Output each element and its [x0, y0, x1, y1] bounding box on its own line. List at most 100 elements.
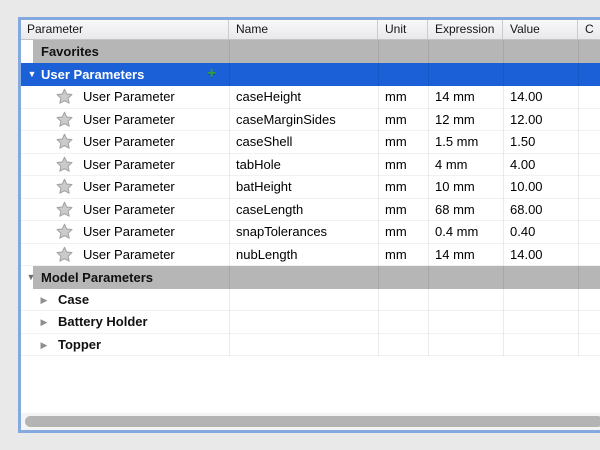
comments-cell[interactable] — [578, 154, 600, 176]
comments-cell[interactable] — [578, 86, 600, 108]
group-row[interactable]: ▼ Model Parameters — [21, 266, 600, 289]
column-header-comments[interactable]: C — [578, 20, 600, 39]
expression-cell[interactable]: 14 mm — [428, 244, 503, 266]
unit-cell[interactable]: mm — [378, 176, 428, 198]
expression-cell[interactable]: 4 mm — [428, 154, 503, 176]
expression-cell[interactable]: 10 mm — [428, 176, 503, 198]
disclosure-triangle-icon[interactable]: ▶ — [38, 311, 50, 333]
parameter-type-label: User Parameter — [83, 89, 175, 104]
parameters-panel: Parameter Name Unit Expression Value C F… — [0, 0, 600, 450]
group-label: Model Parameters — [41, 266, 153, 289]
group-row[interactable]: Favorites — [21, 40, 600, 63]
unit-cell[interactable]: mm — [378, 244, 428, 266]
parameter-row[interactable]: User Parameter caseShell mm 1.5 mm 1.50 — [21, 131, 600, 154]
unit-cell[interactable]: mm — [378, 109, 428, 131]
favorite-star-icon[interactable] — [56, 88, 73, 105]
comments-cell[interactable] — [578, 244, 600, 266]
name-cell[interactable]: caseShell — [229, 131, 378, 153]
favorite-star-icon[interactable] — [56, 111, 73, 128]
value-cell: 0.40 — [503, 221, 578, 243]
parameter-type-label: User Parameter — [83, 134, 175, 149]
parameter-cell: User Parameter — [21, 199, 229, 221]
disclosure-triangle-icon[interactable]: ▼ — [26, 63, 38, 86]
comments-cell[interactable] — [578, 131, 600, 153]
column-header-unit[interactable]: Unit — [378, 20, 428, 39]
name-cell[interactable]: nubLength — [229, 244, 378, 266]
group-row-band — [33, 40, 600, 63]
expression-cell[interactable]: 1.5 mm — [428, 131, 503, 153]
parameter-type-label: User Parameter — [83, 247, 175, 262]
name-cell[interactable]: tabHole — [229, 154, 378, 176]
model-child-row[interactable]: ▶ Case — [21, 289, 600, 311]
value-cell: 14.00 — [503, 244, 578, 266]
expression-cell[interactable]: 0.4 mm — [428, 221, 503, 243]
value-cell: 10.00 — [503, 176, 578, 198]
favorite-star-icon[interactable] — [56, 156, 73, 173]
model-child-label: Case — [58, 289, 89, 311]
comments-cell[interactable] — [578, 109, 600, 131]
name-cell[interactable]: caseMarginSides — [229, 109, 378, 131]
favorite-star-icon[interactable] — [56, 246, 73, 263]
parameter-type-label: User Parameter — [83, 112, 175, 127]
column-header-expression[interactable]: Expression — [428, 20, 503, 39]
favorite-star-icon[interactable] — [56, 201, 73, 218]
disclosure-triangle-icon[interactable]: ▶ — [38, 289, 50, 311]
unit-cell[interactable]: mm — [378, 154, 428, 176]
favorite-star-icon[interactable] — [56, 223, 73, 240]
comments-cell[interactable] — [578, 221, 600, 243]
favorite-star-icon[interactable] — [56, 178, 73, 195]
value-cell: 68.00 — [503, 199, 578, 221]
parameter-cell: User Parameter — [21, 176, 229, 198]
parameter-cell: User Parameter — [21, 154, 229, 176]
parameter-row[interactable]: User Parameter nubLength mm 14 mm 14.00 — [21, 244, 600, 267]
group-label: User Parameters — [41, 63, 144, 86]
parameters-table: Parameter Name Unit Expression Value C F… — [18, 17, 600, 433]
group-label: Favorites — [41, 40, 99, 63]
horizontal-scrollbar[interactable] — [21, 413, 600, 430]
add-parameter-icon[interactable]: + — [207, 63, 216, 85]
disclosure-triangle-icon[interactable]: ▶ — [38, 334, 50, 356]
parameter-row[interactable]: User Parameter snapTolerances mm 0.4 mm … — [21, 221, 600, 244]
parameter-row[interactable]: User Parameter batHeight mm 10 mm 10.00 — [21, 176, 600, 199]
parameter-row[interactable]: User Parameter caseLength mm 68 mm 68.00 — [21, 199, 600, 222]
comments-cell[interactable] — [578, 199, 600, 221]
expression-cell[interactable]: 14 mm — [428, 86, 503, 108]
parameter-cell: User Parameter — [21, 86, 229, 108]
column-header-parameter[interactable]: Parameter — [21, 20, 229, 39]
unit-cell[interactable]: mm — [378, 199, 428, 221]
value-cell: 4.00 — [503, 154, 578, 176]
parameter-cell: User Parameter — [21, 221, 229, 243]
value-cell: 14.00 — [503, 86, 578, 108]
unit-cell[interactable]: mm — [378, 86, 428, 108]
value-cell: 1.50 — [503, 131, 578, 153]
parameter-row[interactable]: User Parameter tabHole mm 4 mm 4.00 — [21, 154, 600, 177]
parameter-row[interactable]: User Parameter caseHeight mm 14 mm 14.00 — [21, 86, 600, 109]
unit-cell[interactable]: mm — [378, 131, 428, 153]
name-cell[interactable]: snapTolerances — [229, 221, 378, 243]
expression-cell[interactable]: 68 mm — [428, 199, 503, 221]
model-child-row[interactable]: ▶ Battery Holder — [21, 311, 600, 333]
unit-cell[interactable]: mm — [378, 221, 428, 243]
selected-group-row[interactable]: ▼ User Parameters + — [21, 63, 600, 86]
model-child-label: Topper — [58, 334, 101, 356]
parameter-type-label: User Parameter — [83, 179, 175, 194]
name-cell[interactable]: caseHeight — [229, 86, 378, 108]
name-cell[interactable]: caseLength — [229, 199, 378, 221]
column-header-value[interactable]: Value — [503, 20, 578, 39]
parameter-cell: User Parameter — [21, 109, 229, 131]
parameter-cell: User Parameter — [21, 131, 229, 153]
model-child-row[interactable]: ▶ Topper — [21, 334, 600, 356]
parameter-type-label: User Parameter — [83, 202, 175, 217]
favorite-star-icon[interactable] — [56, 133, 73, 150]
rows-container: Favorites ▼ User Parameters + User Param… — [21, 40, 600, 413]
parameter-row[interactable]: User Parameter caseMarginSides mm 12 mm … — [21, 109, 600, 132]
disclosure-triangle-icon[interactable]: ▼ — [25, 266, 37, 289]
expression-cell[interactable]: 12 mm — [428, 109, 503, 131]
table-header: Parameter Name Unit Expression Value C — [21, 20, 600, 40]
comments-cell[interactable] — [578, 176, 600, 198]
name-cell[interactable]: batHeight — [229, 176, 378, 198]
column-header-name[interactable]: Name — [229, 20, 378, 39]
parameter-type-label: User Parameter — [83, 157, 175, 172]
value-cell: 12.00 — [503, 109, 578, 131]
scrollbar-thumb[interactable] — [25, 416, 600, 427]
